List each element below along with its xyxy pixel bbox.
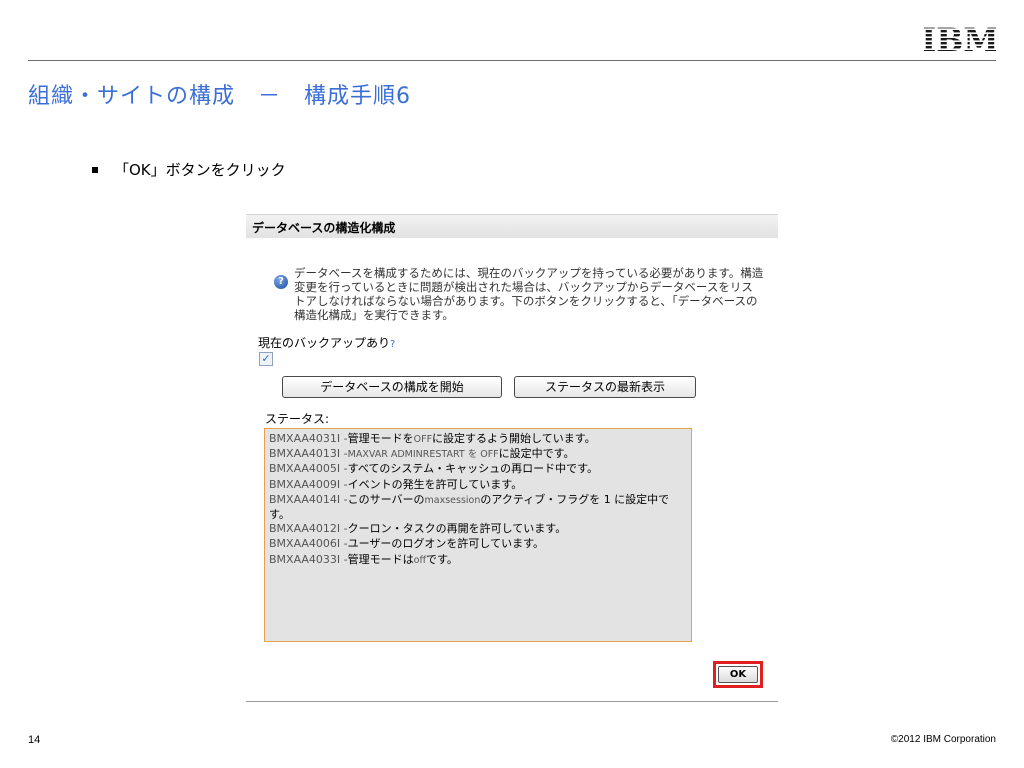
dialog-header: データベースの構造化構成 bbox=[246, 214, 778, 238]
header-rule bbox=[28, 60, 996, 61]
start-configuration-button[interactable]: データベースの構成を開始 bbox=[282, 376, 502, 398]
dialog-title: データベースの構造化構成 bbox=[252, 221, 396, 235]
question-info-icon: ? bbox=[274, 275, 288, 289]
status-line: BMXAA4033I -管理モードはoffです。 bbox=[269, 552, 458, 566]
backup-label: 現在のバックアップあり? bbox=[258, 334, 395, 351]
status-line: BMXAA4009I -イベントの発生を許可しています。 bbox=[269, 477, 523, 491]
backup-label-text: 現在のバックアップあり bbox=[258, 336, 391, 350]
ok-button[interactable]: OK bbox=[718, 666, 758, 683]
help-icon[interactable]: ? bbox=[390, 339, 395, 350]
status-line: BMXAA4031I -管理モードをOFFに設定するよう開始しています。 bbox=[269, 432, 596, 445]
refresh-status-button[interactable]: ステータスの最新表示 bbox=[514, 376, 696, 398]
status-line: BMXAA4005I -すべてのシステム・キャッシュの再ロード中です。 bbox=[269, 462, 598, 476]
status-label: ステータス: bbox=[265, 412, 330, 426]
slide-title: 組織・サイトの構成 － 構成手順6 bbox=[28, 84, 411, 109]
status-log: BMXAA4031I -管理モードをOFFに設定するよう開始しています。 BMX… bbox=[264, 428, 692, 642]
dialog-bottom-rule bbox=[246, 701, 778, 702]
status-line: BMXAA4012I -クーロン・タスクの再開を許可しています。 bbox=[269, 522, 567, 536]
backup-checkbox[interactable]: ✓ bbox=[259, 352, 273, 366]
copyright: ©2012 IBM Corporation bbox=[890, 734, 996, 745]
ibm-logo: IBM bbox=[924, 22, 996, 56]
status-line: BMXAA4006I -ユーザーのログオンを許可しています。 bbox=[269, 537, 544, 551]
status-line: BMXAA4013I -MAXVAR ADMINRESTART を OFFに設定… bbox=[269, 447, 575, 461]
bullet-item: 「OK」ボタンをクリック bbox=[92, 159, 286, 180]
page-number: 14 bbox=[28, 734, 41, 746]
status-line: BMXAA4014I -このサーバーのmaxsessionのアクティブ・フラグを… bbox=[269, 492, 670, 522]
bullet-marker bbox=[92, 166, 98, 173]
info-message: データベースを構成するためには、現在のバックアップを持っている必要があります。構… bbox=[294, 266, 764, 322]
svg-text:IBM: IBM bbox=[924, 22, 996, 56]
bullet-text: 「OK」ボタンをクリック bbox=[114, 161, 286, 179]
